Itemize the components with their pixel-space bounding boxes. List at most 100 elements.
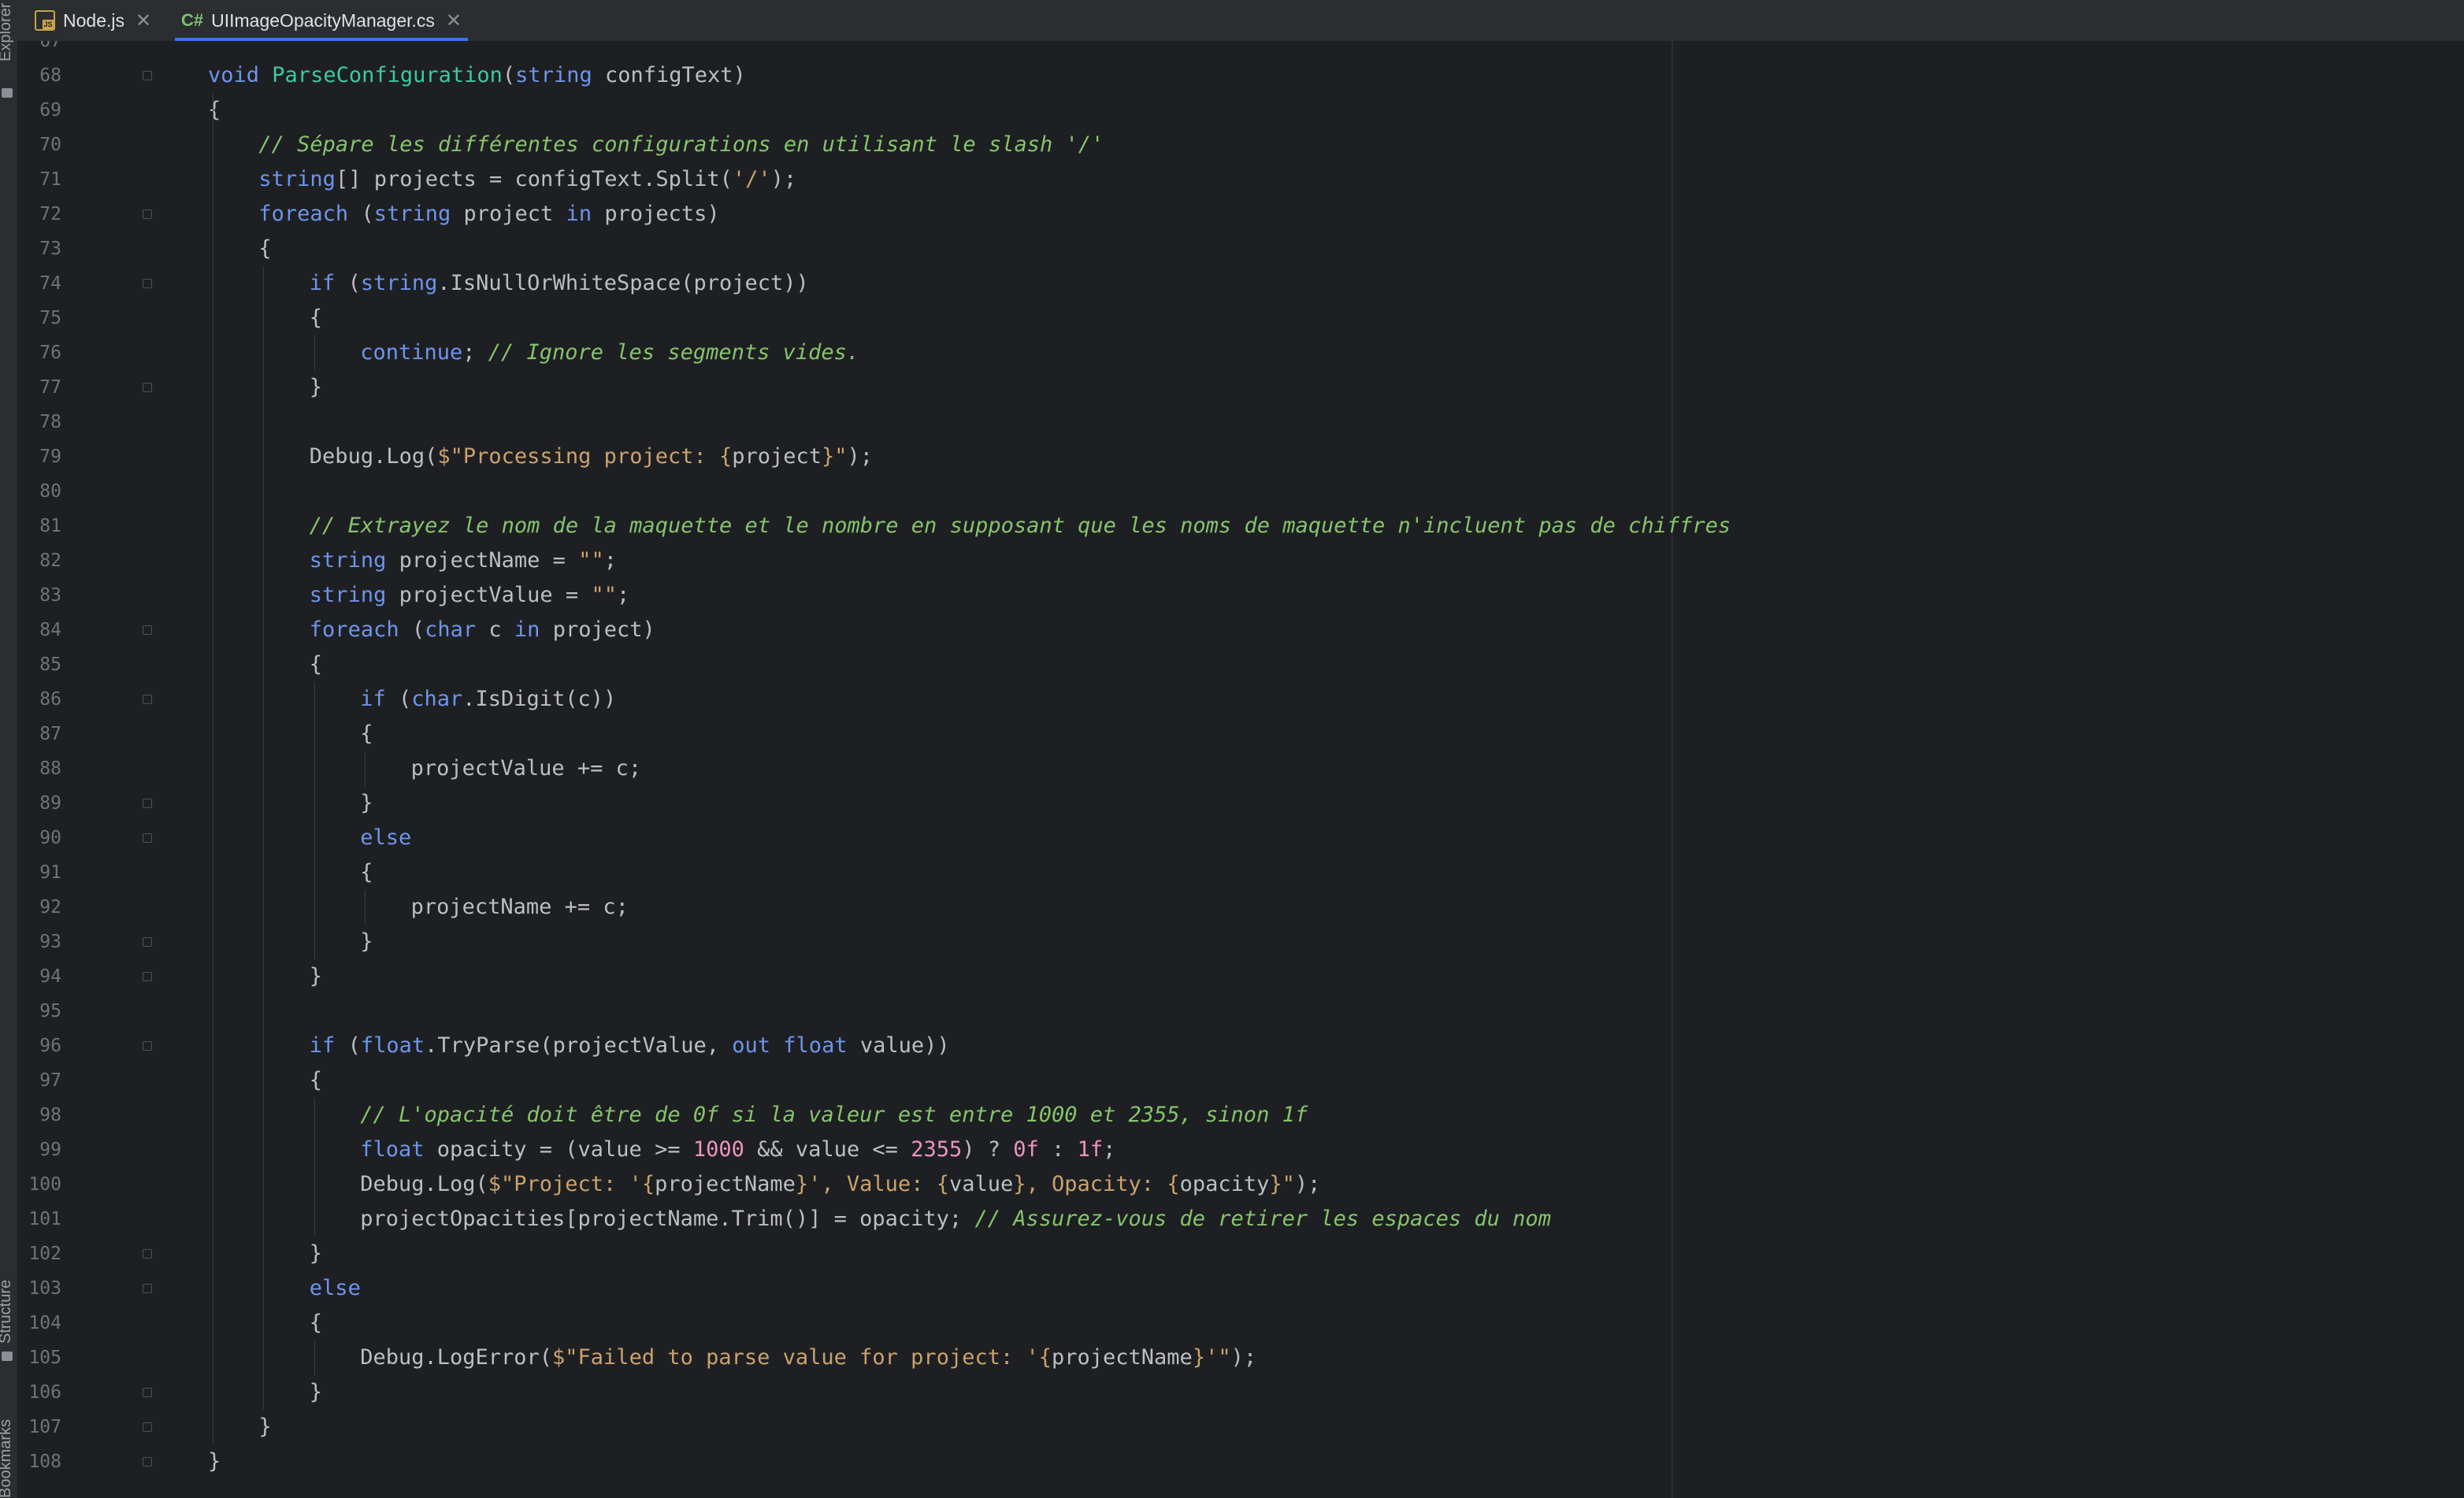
fold-marker-icon[interactable] bbox=[143, 972, 152, 981]
code-token: { bbox=[309, 1068, 323, 1092]
line-number: 90 bbox=[39, 828, 61, 848]
fold-marker-icon[interactable] bbox=[143, 383, 152, 392]
code-token: char bbox=[411, 687, 463, 711]
fold-marker-icon[interactable] bbox=[143, 1457, 152, 1466]
code-token: { bbox=[208, 98, 221, 122]
line-number: 104 bbox=[28, 1313, 61, 1333]
indent-guide bbox=[314, 1340, 315, 1375]
fold-marker-icon[interactable] bbox=[143, 1249, 152, 1259]
line-number: 80 bbox=[39, 481, 61, 502]
code-line: } bbox=[310, 370, 322, 405]
code-line: } bbox=[310, 1237, 322, 1271]
code-line: projectName += c; bbox=[411, 890, 629, 925]
code-line: { bbox=[310, 1063, 322, 1098]
code-token: } bbox=[309, 1380, 323, 1404]
fold-marker-icon[interactable] bbox=[143, 799, 152, 808]
line-number: 88 bbox=[39, 758, 61, 779]
fold-marker-icon[interactable] bbox=[143, 1422, 152, 1432]
indent-guide bbox=[314, 682, 315, 959]
code-token: projectValue = bbox=[386, 583, 592, 607]
code-token: { bbox=[309, 1311, 323, 1335]
code-token: out bbox=[732, 1033, 771, 1058]
line-number: 86 bbox=[39, 689, 61, 710]
csharp-file-icon: C# bbox=[181, 10, 204, 30]
fold-marker-icon[interactable] bbox=[143, 833, 152, 843]
code-line: projectValue += c; bbox=[411, 751, 642, 786]
code-token: char bbox=[425, 617, 477, 642]
fold-marker-icon[interactable] bbox=[143, 937, 152, 947]
code-line: } bbox=[360, 786, 373, 821]
code-token: "" bbox=[578, 548, 604, 573]
line-number: 72 bbox=[39, 204, 61, 224]
fold-marker-icon[interactable] bbox=[143, 209, 152, 219]
line-number: 84 bbox=[39, 620, 61, 640]
code-token: Debug.Log( bbox=[360, 1172, 488, 1196]
fold-marker-icon[interactable] bbox=[143, 1284, 152, 1293]
code-token: ) ? bbox=[962, 1137, 1014, 1162]
code-line: foreach (char c in project) bbox=[310, 613, 655, 647]
code-token: projectName bbox=[655, 1172, 796, 1196]
code-token: projectName bbox=[1052, 1345, 1193, 1370]
code-token: '/' bbox=[732, 167, 771, 191]
code-line: } bbox=[258, 1410, 271, 1444]
code-token: }" bbox=[1269, 1172, 1295, 1196]
line-number: 106 bbox=[28, 1382, 61, 1403]
code-line: { bbox=[310, 647, 322, 682]
close-icon[interactable]: ✕ bbox=[446, 9, 462, 32]
fold-marker-icon[interactable] bbox=[143, 625, 152, 635]
code-token: else bbox=[360, 825, 412, 850]
code-token: ); bbox=[770, 167, 797, 191]
code-token: projects) bbox=[592, 202, 720, 226]
code-token: } bbox=[360, 791, 373, 815]
fold-marker-icon[interactable] bbox=[143, 71, 152, 80]
code-line: // L'opacité doit être de 0f si la valeu… bbox=[360, 1098, 1308, 1133]
code-token: 2355 bbox=[911, 1137, 963, 1162]
line-number: 97 bbox=[39, 1070, 61, 1091]
code-token: ); bbox=[1294, 1172, 1321, 1196]
structure-icon[interactable] bbox=[2, 1352, 13, 1361]
code-token: float bbox=[783, 1033, 848, 1058]
code-token: projectValue += c; bbox=[410, 756, 642, 781]
line-number: 69 bbox=[39, 100, 61, 121]
code-line: } bbox=[310, 959, 322, 994]
code-line: } bbox=[360, 925, 373, 959]
code-token: // Assurez-vous de retirer les espaces d… bbox=[974, 1207, 1551, 1231]
code-token: { bbox=[309, 306, 323, 330]
structure-tool-button[interactable]: Structure bbox=[0, 1280, 15, 1344]
code-token: ( bbox=[335, 271, 361, 295]
code-token: c bbox=[476, 617, 514, 642]
tab-uiimageopacitymanager-cs[interactable]: C# UIImageOpacityManager.cs ✕ bbox=[175, 0, 469, 41]
code-token: }" bbox=[822, 444, 848, 469]
code-token: .IsNullOrWhiteSpace(project)) bbox=[437, 271, 809, 295]
code-token: 0f bbox=[1013, 1137, 1039, 1162]
fold-marker-icon[interactable] bbox=[143, 279, 152, 288]
line-number: 93 bbox=[39, 932, 61, 952]
close-icon[interactable]: ✕ bbox=[135, 9, 151, 32]
line-number: 83 bbox=[39, 585, 61, 606]
code-line: string projectName = ""; bbox=[310, 543, 617, 578]
folder-icon[interactable] bbox=[2, 88, 13, 98]
explorer-tool-button[interactable]: Explorer bbox=[0, 3, 15, 61]
bookmarks-tool-button[interactable]: Bookmarks bbox=[0, 1419, 15, 1498]
code-token: ; bbox=[1103, 1137, 1116, 1162]
line-number: 73 bbox=[39, 239, 61, 259]
code-token: projectName = bbox=[386, 548, 579, 573]
code-token: // Sépare les différentes configurations… bbox=[258, 132, 1104, 157]
fold-marker-icon[interactable] bbox=[143, 1388, 152, 1397]
tab-label: Node.js bbox=[63, 9, 124, 31]
code-line: { bbox=[310, 301, 322, 336]
code-line: void ParseConfiguration(string configTex… bbox=[208, 58, 746, 93]
code-token: } bbox=[360, 929, 373, 954]
tool-window-strip: Explorer Structure Bookmarks bbox=[0, 0, 18, 1498]
tab-node-js[interactable]: JS Node.js ✕ bbox=[35, 0, 151, 41]
code-token: float bbox=[360, 1137, 425, 1162]
code-token: if bbox=[309, 271, 336, 295]
right-margin-guide bbox=[1672, 41, 1673, 1498]
js-file-icon: JS bbox=[35, 10, 55, 31]
code-token: // Ignore les segments vides. bbox=[488, 340, 860, 365]
fold-marker-icon[interactable] bbox=[143, 695, 152, 704]
line-number: 71 bbox=[39, 169, 61, 190]
code-token: ; bbox=[603, 548, 617, 573]
fold-marker-icon[interactable] bbox=[143, 1041, 152, 1051]
code-editor[interactable]: 67 109 68void ParseConfiguration(string … bbox=[17, 41, 2464, 1498]
